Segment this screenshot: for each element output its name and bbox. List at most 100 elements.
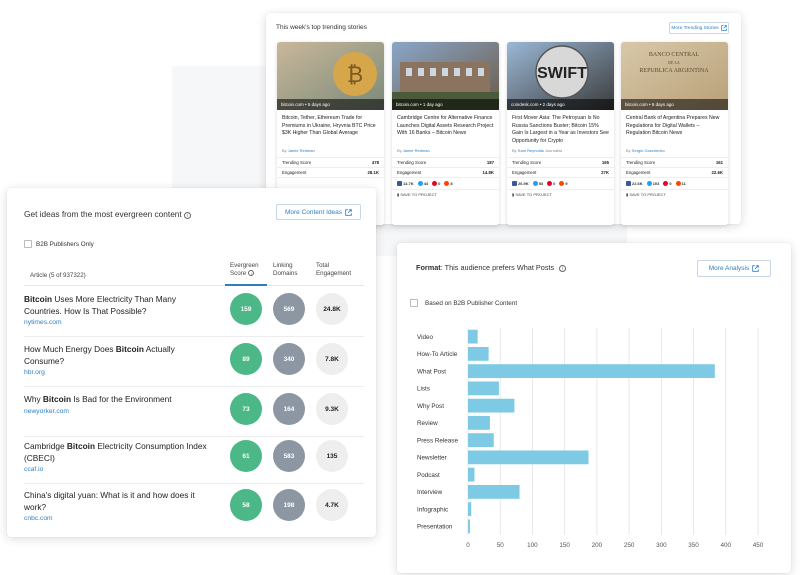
bar-presentation[interactable] bbox=[468, 519, 470, 534]
story-image[interactable]: BANCO CENTRAL DE LA REPUBLICA ARGENTINA … bbox=[621, 42, 728, 110]
total-engagement-badge: 9.3K bbox=[316, 393, 348, 425]
svg-text:SWIFT: SWIFT bbox=[537, 65, 587, 82]
twitter-icon bbox=[532, 181, 538, 186]
x-tick-label: 250 bbox=[624, 542, 635, 549]
bar-review[interactable] bbox=[468, 415, 490, 430]
more-trending-label: More Trending Stories bbox=[671, 25, 719, 31]
table-row[interactable]: Cambridge Bitcoin Electricity Consumptio… bbox=[24, 434, 364, 484]
sign-text: BANCO CENTRAL bbox=[649, 52, 700, 58]
trending-title: This week's top trending stories bbox=[276, 24, 367, 31]
evergreen-score-badge: 89 bbox=[230, 343, 262, 375]
story-image[interactable]: ₿ bitcoin.com • 5 days ago bbox=[277, 42, 384, 110]
total-engagement-badge: 4.7K bbox=[316, 489, 348, 521]
info-icon[interactable]: i bbox=[248, 270, 255, 276]
story-headline[interactable]: Cambridge Centre for Alternative Finance… bbox=[392, 110, 499, 147]
bar-why-post[interactable] bbox=[468, 398, 515, 413]
bookmark-icon: ▮ bbox=[512, 192, 515, 197]
column-header-article: Article (5 of 937322) bbox=[30, 272, 86, 279]
category-label: Newsletter bbox=[417, 455, 447, 462]
bar-what-post[interactable] bbox=[468, 364, 715, 379]
bar-press-release[interactable] bbox=[468, 433, 494, 448]
category-label: Interview bbox=[417, 489, 443, 496]
story-headline[interactable]: Central Bank of Argentina Prepares New R… bbox=[621, 110, 728, 147]
story-image[interactable]: bitcoin.com • 1 day ago bbox=[392, 42, 499, 110]
facebook-icon bbox=[626, 181, 631, 186]
x-tick-label: 200 bbox=[592, 542, 603, 549]
save-to-project-button[interactable]: ▮ SAVE TO PROJECT bbox=[621, 189, 728, 199]
reddit-icon bbox=[444, 181, 450, 186]
story-headline[interactable]: Bitcoin, Tether, Ethereum Trade for Prem… bbox=[277, 110, 384, 147]
save-to-project-button[interactable]: ▮ SAVE TO PROJECT bbox=[392, 189, 499, 199]
story-source: bitcoin.com • 6 days ago bbox=[621, 99, 728, 110]
x-tick-label: 450 bbox=[753, 542, 764, 549]
table-row[interactable]: Why Bitcoin Is Bad for the Environment ne… bbox=[24, 387, 364, 437]
story-author: By Jamie Redman bbox=[397, 148, 430, 153]
x-tick-label: 400 bbox=[721, 542, 732, 549]
engagement-row: Engagement 28.1K bbox=[277, 167, 384, 177]
bar-newsletter[interactable] bbox=[468, 450, 589, 465]
article-title[interactable]: China's digital yuan: What is it and how… bbox=[24, 490, 214, 525]
x-tick-label: 100 bbox=[527, 542, 538, 549]
article-domain[interactable]: ccaf.io bbox=[24, 464, 214, 476]
bar-interview[interactable] bbox=[468, 484, 520, 499]
x-tick-label: 350 bbox=[688, 542, 699, 549]
linking-domains-badge: 569 bbox=[273, 293, 305, 325]
pinterest-icon bbox=[432, 181, 438, 186]
category-label: Presentation bbox=[417, 524, 453, 531]
facebook-icon bbox=[397, 181, 402, 186]
column-header-total-engagement[interactable]: Total Engagement bbox=[316, 262, 351, 278]
evergreen-content-card: Get ideas from the most evergreen conten… bbox=[7, 188, 376, 537]
twitter-icon bbox=[417, 181, 423, 186]
trending-score-row: Trending Score 187 bbox=[392, 157, 499, 167]
save-to-project-button[interactable]: ▮ SAVE TO PROJECT bbox=[507, 189, 614, 199]
table-row[interactable]: China's digital yuan: What is it and how… bbox=[24, 483, 364, 533]
b2b-publishers-checkbox[interactable] bbox=[24, 240, 32, 248]
story-source: coindesk.com • 2 days ago bbox=[507, 99, 614, 110]
article-domain[interactable]: nytimes.com bbox=[24, 317, 214, 329]
linking-domains-badge: 340 bbox=[273, 343, 305, 375]
article-domain[interactable]: newyorker.com bbox=[24, 406, 214, 418]
table-row[interactable]: Bitcoin Uses More Electricity Than Many … bbox=[24, 287, 364, 337]
linking-domains-badge: 583 bbox=[273, 440, 305, 472]
article-domain[interactable]: cnbc.com bbox=[24, 513, 214, 525]
svg-text:₿: ₿ bbox=[347, 63, 363, 88]
column-header-evergreen-score[interactable]: Evergreen Score i bbox=[230, 262, 259, 278]
story-card[interactable]: bitcoin.com • 1 day ago Cambridge Centre… bbox=[392, 42, 499, 225]
total-engagement-badge: 24.8K bbox=[316, 293, 348, 325]
bar-video[interactable] bbox=[468, 329, 478, 344]
table-row[interactable]: How Much Energy Does Bitcoin Actually Co… bbox=[24, 337, 364, 387]
more-content-ideas-label: More Content Ideas bbox=[284, 208, 343, 216]
bar-podcast[interactable] bbox=[468, 467, 475, 482]
article-title[interactable]: How Much Energy Does Bitcoin Actually Co… bbox=[24, 344, 214, 379]
story-card[interactable]: SWIFT coindesk.com • 2 days ago First Mo… bbox=[507, 42, 614, 225]
evergreen-score-badge: 61 bbox=[230, 440, 262, 472]
share-counts: 26.9K 53 0 9 bbox=[507, 177, 614, 189]
bar-lists[interactable] bbox=[468, 381, 499, 396]
story-card[interactable]: BANCO CENTRAL DE LA REPUBLICA ARGENTINA … bbox=[621, 42, 728, 225]
story-headline[interactable]: First Mover Asia: The Petroyuan Is No Ru… bbox=[507, 110, 614, 147]
article-domain[interactable]: hbr.org bbox=[24, 367, 214, 379]
total-engagement-badge: 135 bbox=[316, 440, 348, 472]
trending-score-row: Trending Score 165 bbox=[507, 157, 614, 167]
category-label: Video bbox=[417, 334, 433, 341]
bar-how-to-article[interactable] bbox=[468, 346, 489, 361]
format-bar-chart: 0 50 100 150 200 250 300 350 400 450 Video How-To A… bbox=[417, 328, 764, 549]
more-content-ideas-button[interactable]: More Content Ideas bbox=[276, 204, 361, 220]
category-label: Review bbox=[417, 420, 438, 427]
column-header-linking-domains[interactable]: Linking Domains bbox=[273, 262, 297, 278]
bookmark-icon: ▮ bbox=[626, 192, 629, 197]
pinterest-icon bbox=[547, 181, 553, 186]
trending-score-row: Trending Score 161 bbox=[621, 157, 728, 167]
article-title[interactable]: Why Bitcoin Is Bad for the Environment ne… bbox=[24, 394, 214, 417]
info-icon[interactable]: i bbox=[183, 212, 191, 219]
article-title[interactable]: Bitcoin Uses More Electricity Than Many … bbox=[24, 294, 214, 329]
more-trending-stories-button[interactable]: More Trending Stories bbox=[669, 22, 729, 34]
evergreen-score-badge: 73 bbox=[230, 393, 262, 425]
twitter-icon bbox=[646, 181, 652, 186]
bar-infographic[interactable] bbox=[468, 502, 472, 517]
external-link-icon bbox=[345, 208, 352, 216]
sign-text: REPUBLICA ARGENTINA bbox=[639, 68, 709, 74]
story-image[interactable]: SWIFT coindesk.com • 2 days ago bbox=[507, 42, 614, 110]
share-counts bbox=[277, 177, 384, 184]
article-title[interactable]: Cambridge Bitcoin Electricity Consumptio… bbox=[24, 441, 214, 476]
